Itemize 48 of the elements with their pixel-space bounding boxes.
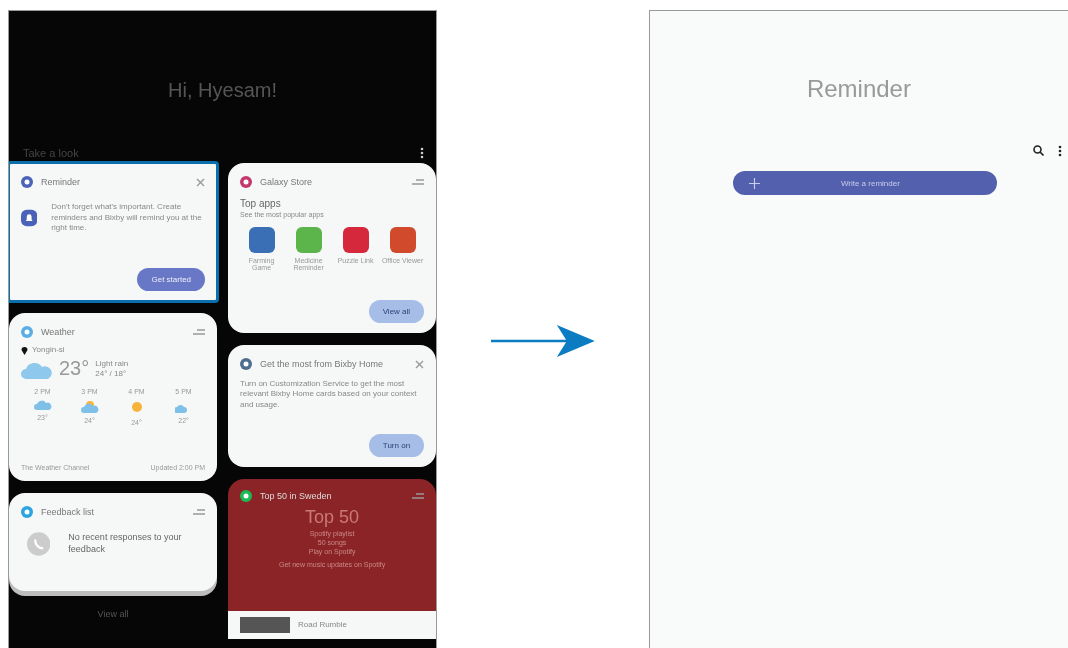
card-title: Top 50 in Sweden	[260, 491, 333, 501]
view-all-link[interactable]: View all	[97, 609, 129, 619]
screen-title: Reminder	[805, 75, 912, 103]
search-icon[interactable]	[1033, 145, 1044, 156]
plus-icon	[748, 177, 760, 189]
feedback-app-icon	[21, 506, 33, 518]
view-all-button[interactable]: View all	[368, 300, 425, 323]
card-title: Get the most from Bixby Home	[260, 359, 385, 369]
card-title: Feedback list	[41, 507, 96, 517]
write-reminder-button[interactable]: Write a reminder	[732, 171, 997, 195]
get-started-button[interactable]: Get started	[137, 268, 206, 291]
reminder-card[interactable]: Reminder Don't forget what's important. Create reminders and Bixby will remind you at the right time. Get started	[9, 163, 218, 301]
card-title: Weather	[41, 327, 76, 337]
more-options-icon[interactable]	[1058, 145, 1062, 157]
drag-handle-icon[interactable]	[412, 493, 425, 499]
card-text: Turn on Customization Service to get the most relevant Bixby Home cards based on your context and usage.	[240, 379, 418, 411]
turn-on-button[interactable]: Turn on	[368, 434, 425, 457]
location-pin-icon	[21, 345, 28, 355]
music-app-icon	[240, 490, 253, 502]
card-title: Reminder	[41, 177, 81, 187]
sun-behind-cloud-icon	[80, 399, 99, 414]
cloud-icon	[33, 399, 52, 411]
track-title: Road Rumble	[298, 619, 347, 631]
condition-text: Light rain	[95, 358, 129, 369]
drag-handle-icon[interactable]	[193, 509, 206, 515]
card-text: No recent responses to your feedback	[68, 532, 183, 556]
card-title: Galaxy Store	[260, 177, 314, 187]
card-heading: Top apps	[240, 197, 282, 210]
temperature-range-text: 24° / 18°	[95, 368, 128, 380]
close-icon[interactable]	[415, 359, 425, 369]
location-text: Yongin-si	[32, 345, 65, 356]
greeting-text: Hi, Hyesam!	[167, 79, 278, 103]
more-options-icon[interactable]	[420, 147, 425, 159]
card-text: Don't forget what's important. Create reminders and Bixby will remind you at the right time.	[51, 202, 203, 234]
right-arrow-icon	[491, 323, 595, 359]
weather-app-icon	[21, 326, 33, 338]
drag-handle-icon[interactable]	[412, 179, 425, 185]
app-icon[interactable]	[248, 227, 275, 254]
phone-icon	[27, 531, 51, 557]
album-art-placeholder	[240, 617, 291, 633]
close-icon[interactable]	[196, 177, 206, 187]
app-icon[interactable]	[295, 227, 322, 254]
drag-handle-icon[interactable]	[193, 329, 206, 335]
temperature-text: 23°	[59, 357, 90, 381]
app-icon[interactable]	[389, 227, 416, 254]
playlist-title: Top 50	[305, 507, 360, 528]
app-icon[interactable]	[342, 227, 369, 254]
bixby-card[interactable]: Get the most from Bixby Home Turn on Customization Service to get the most relevant Bixby Home cards based on your context and usage. Turn on	[228, 345, 437, 467]
